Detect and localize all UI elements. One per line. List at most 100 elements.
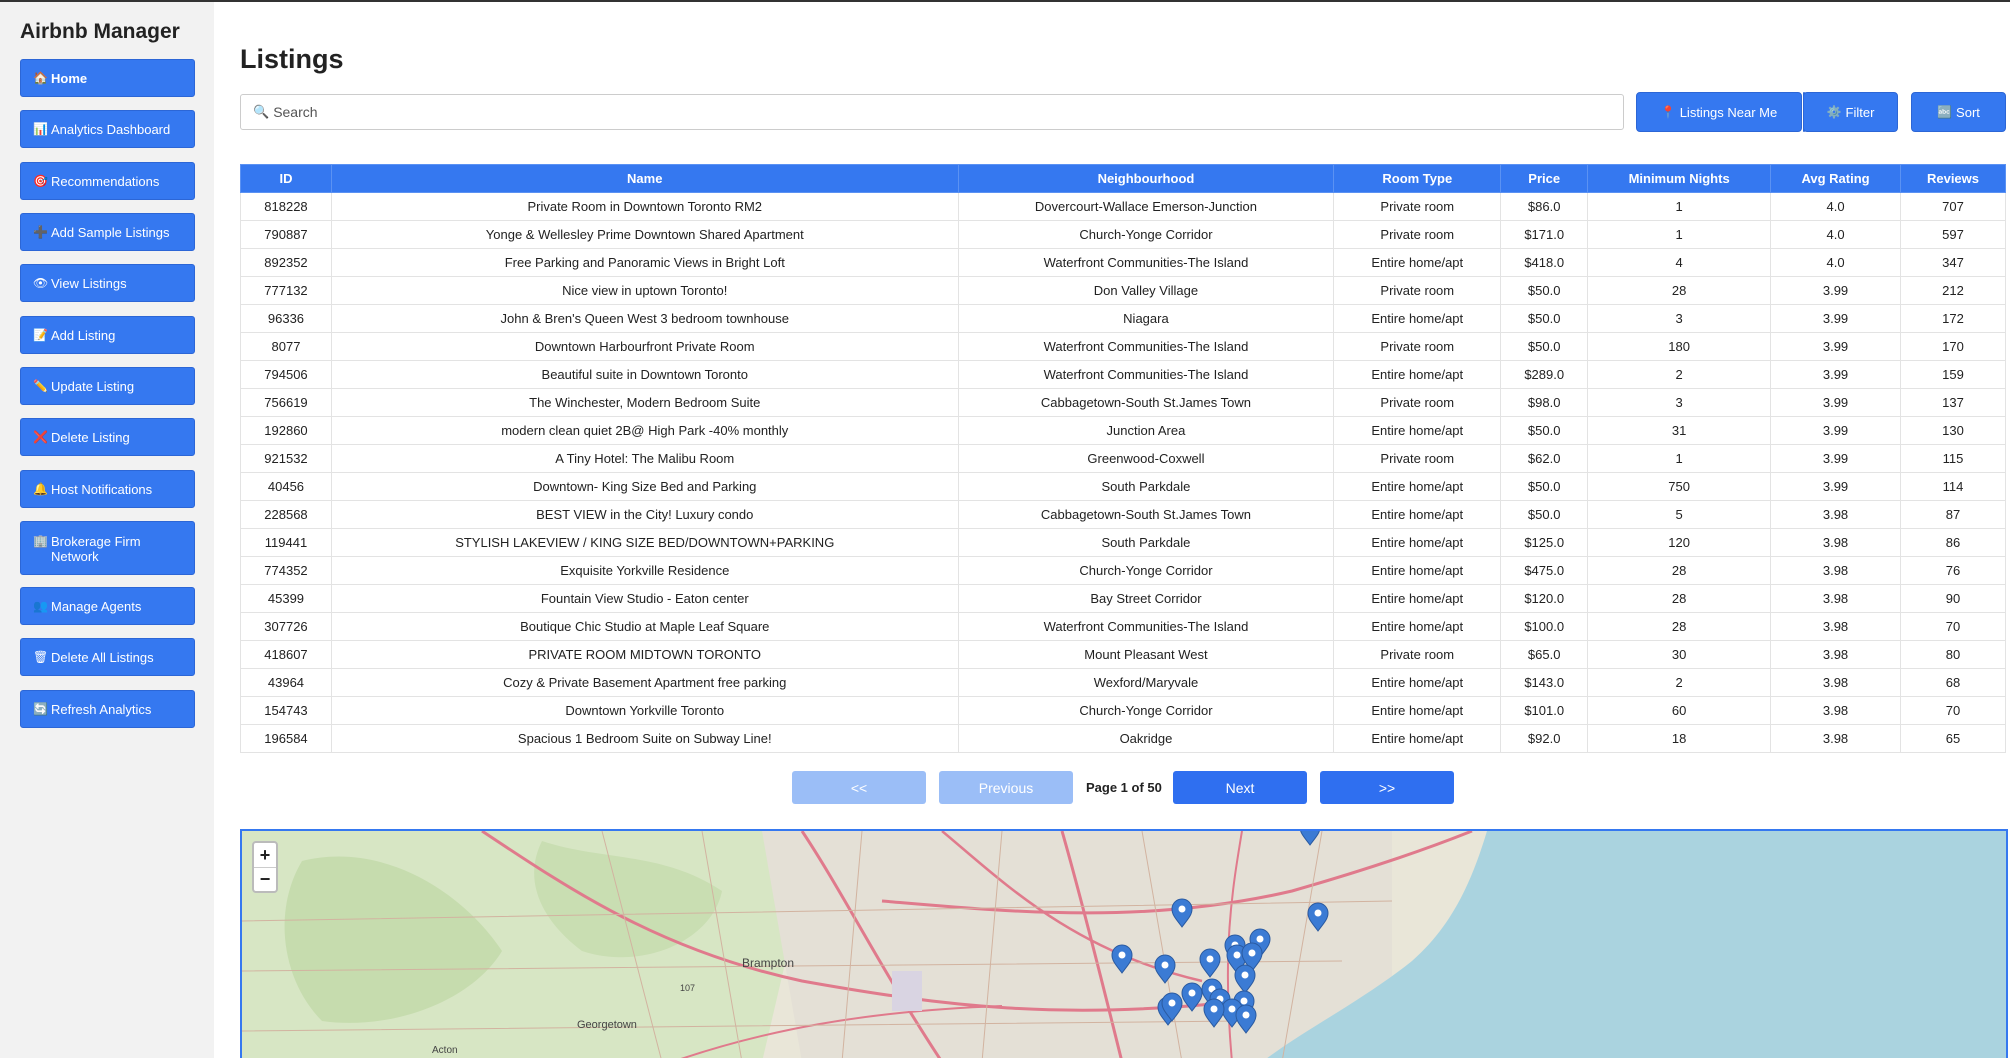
table-cell: Entire home/apt — [1333, 556, 1502, 585]
table-cell: 4 — [1587, 248, 1772, 277]
sidebar-item-label: Analytics Dashboard — [51, 121, 171, 137]
table-cell: $50.0 — [1500, 304, 1589, 333]
sidebar-item-delete-all-listings[interactable]: 🗑 Delete All Listings — [20, 638, 195, 676]
sidebar-item-host-notifications[interactable]: 🔔 Host Notifications — [20, 470, 195, 508]
sidebar-item-label: Refresh Analytics — [51, 701, 152, 717]
table-row[interactable]: 307726 Boutique Chic Studio at Maple Leaf… — [240, 612, 2007, 641]
table-cell: 30 — [1587, 640, 1772, 669]
column-header[interactable]: ID — [240, 164, 332, 193]
table-cell: 3.99 — [1770, 472, 1901, 501]
sort-button[interactable]: 🔤 Sort — [1911, 92, 2006, 132]
table-cell: 120 — [1587, 528, 1772, 557]
table-cell: Entire home/apt — [1333, 500, 1502, 529]
table-row[interactable]: 45399 Fountain View Studio - Eaton center… — [240, 584, 2007, 613]
table-cell: $101.0 — [1500, 696, 1589, 725]
gear-icon: ⚙️ — [1826, 105, 1842, 119]
previous-page-button[interactable]: Previous — [939, 771, 1073, 804]
zoom-out-button[interactable]: − — [254, 867, 276, 891]
table-row[interactable]: 154743 Downtown Yorkville Toronto Church-Y… — [240, 696, 2007, 725]
table-cell: 5 — [1587, 500, 1772, 529]
table-cell: PRIVATE ROOM MIDTOWN TORONTO — [330, 640, 959, 669]
column-header[interactable]: Room Type — [1333, 164, 1502, 193]
column-header[interactable]: Minimum Nights — [1587, 164, 1772, 193]
sidebar-item-add-listing[interactable]: 📝 Add Listing — [20, 316, 195, 354]
table-cell: Private room — [1333, 220, 1502, 249]
sidebar-item-analytics-dashboard[interactable]: 📊 Analytics Dashboard — [20, 110, 195, 148]
table-cell: South Parkdale — [957, 528, 1335, 557]
sidebar-item-update-listing[interactable]: ✏️ Update Listing — [20, 367, 195, 405]
sidebar-item-home[interactable]: 🏠 Home — [20, 59, 195, 97]
table-cell: $289.0 — [1500, 360, 1589, 389]
table-cell: Fountain View Studio - Eaton center — [330, 584, 959, 613]
table-row[interactable]: 756619 The Winchester, Modern Bedroom Sui… — [240, 388, 2007, 417]
sort-icon: 🔤 — [1937, 105, 1953, 119]
search-input[interactable] — [273, 104, 1574, 120]
table-row[interactable]: 818228 Private Room in Downtown Toronto R… — [240, 192, 2007, 221]
zoom-in-button[interactable]: + — [254, 843, 276, 867]
sidebar-item-recommendations[interactable]: 🎯 Recommendations — [20, 162, 195, 200]
table-cell: 170 — [1899, 332, 2007, 361]
zoom-control: + − — [252, 841, 278, 893]
table-row[interactable]: 892352 Free Parking and Panoramic Views i… — [240, 248, 2007, 277]
search-box[interactable]: 🔍 — [240, 94, 1624, 130]
table-cell: John & Bren's Queen West 3 bedroom townh… — [330, 304, 959, 333]
column-header[interactable]: Price — [1500, 164, 1589, 193]
table-row[interactable]: 8077 Downtown Harbourfront Private Room Wa… — [240, 332, 2007, 361]
table-cell: $50.0 — [1500, 500, 1589, 529]
table-cell: Entire home/apt — [1333, 612, 1502, 641]
table-row[interactable]: 790887 Yonge & Wellesley Prime Downtown S… — [240, 220, 2007, 249]
table-row[interactable]: 196584 Spacious 1 Bedroom Suite on Subway… — [240, 724, 2007, 753]
listings-map[interactable]: + − Brampton Georgetown Acton 107 — [240, 829, 2008, 1058]
sidebar-item-brokerage-firm-network[interactable]: 🏢 Brokerage Firm Network — [20, 521, 195, 575]
table-cell: The Winchester, Modern Bedroom Suite — [330, 388, 959, 417]
sidebar-item-label: Brokerage Firm Network — [51, 534, 141, 564]
table-cell: 115 — [1899, 444, 2007, 473]
table-cell: 3.98 — [1770, 500, 1901, 529]
table-cell: 1 — [1587, 220, 1772, 249]
table-row[interactable]: 921532 A Tiny Hotel: The Malibu Room Green… — [240, 444, 2007, 473]
filter-button[interactable]: ⚙️ Filter — [1803, 92, 1898, 132]
listings-near-me-button[interactable]: 📍 Listings Near Me — [1636, 92, 1802, 132]
next-page-button[interactable]: Next — [1173, 771, 1307, 804]
table-row[interactable]: 119441 STYLISH LAKEVIEW / KING SIZE BED/D… — [240, 528, 2007, 557]
table-cell: 750 — [1587, 472, 1772, 501]
listings-table: ID Name Neighbourhood Room Type Price Minimum… — [240, 164, 2007, 753]
table-row[interactable]: 228568 BEST VIEW in the City! Luxury cond… — [240, 500, 2007, 529]
table-cell: Entire home/apt — [1333, 724, 1502, 753]
table-cell: 1 — [1587, 192, 1772, 221]
table-cell: Boutique Chic Studio at Maple Leaf Squar… — [330, 612, 959, 641]
table-cell: $125.0 — [1500, 528, 1589, 557]
table-cell: Entire home/apt — [1333, 584, 1502, 613]
table-cell: Exquisite Yorkville Residence — [330, 556, 959, 585]
table-row[interactable]: 40456 Downtown- King Size Bed and Parking… — [240, 472, 2007, 501]
column-header[interactable]: Avg Rating — [1770, 164, 1901, 193]
table-cell: Spacious 1 Bedroom Suite on Subway Line! — [330, 724, 959, 753]
sidebar-item-view-listings[interactable]: 👁 View Listings — [20, 264, 195, 302]
table-cell: 4.0 — [1770, 248, 1901, 277]
table-row[interactable]: 418607 PRIVATE ROOM MIDTOWN TORONTO Mount … — [240, 640, 2007, 669]
table-row[interactable]: 96336 John & Bren's Queen West 3 bedroom … — [240, 304, 2007, 333]
table-body: 818228 Private Room in Downtown Toronto R… — [240, 192, 2007, 753]
table-cell: 2 — [1587, 668, 1772, 697]
map-marker-dot — [1233, 951, 1241, 959]
sidebar-item-manage-agents[interactable]: 👥 Manage Agents — [20, 587, 195, 625]
column-header[interactable]: Name — [330, 164, 959, 193]
table-row[interactable]: 794506 Beautiful suite in Downtown Toront… — [240, 360, 2007, 389]
table-cell: South Parkdale — [957, 472, 1335, 501]
table-row[interactable]: 774352 Exquisite Yorkville Residence Churc… — [240, 556, 2007, 585]
sidebar-item-add-sample-listings[interactable]: ➕ Add Sample Listings — [20, 213, 195, 251]
last-page-button[interactable]: >> — [1320, 771, 1454, 804]
table-cell: 228568 — [240, 500, 332, 529]
first-page-button[interactable]: << — [792, 771, 926, 804]
sidebar-item-delete-listing[interactable]: ❌ Delete Listing — [20, 418, 195, 456]
table-cell: Wexford/Maryvale — [957, 668, 1335, 697]
table-row[interactable]: 192860 modern clean quiet 2B@ High Park -… — [240, 416, 2007, 445]
table-cell: Nice view in uptown Toronto! — [330, 276, 959, 305]
sidebar-item-refresh-analytics[interactable]: 🔄 Refresh Analytics — [20, 690, 195, 728]
table-row[interactable]: 777132 Nice view in uptown Toronto! Don Va… — [240, 276, 2007, 305]
column-header[interactable]: Reviews — [1899, 164, 2007, 193]
table-cell: Downtown- King Size Bed and Parking — [330, 472, 959, 501]
column-header[interactable]: Neighbourhood — [957, 164, 1335, 193]
table-row[interactable]: 43964 Cozy & Private Basement Apartment f… — [240, 668, 2007, 697]
map-marker-dot — [1248, 949, 1256, 957]
